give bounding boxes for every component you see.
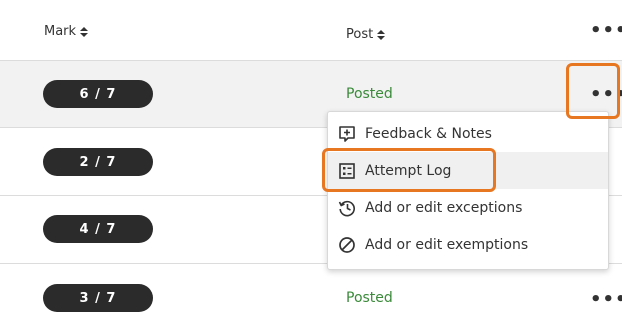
post-status: Posted [346,86,393,102]
table-header: Mark Post ••• [0,0,622,61]
menu-item-exceptions[interactable]: Add or edit exceptions [328,189,608,226]
table-row: 3 / 7 Posted ••• [0,264,622,328]
highlight-attempt-log [322,148,496,192]
feedback-plus-icon [339,125,355,142]
mark-badge: 6 / 7 [43,80,153,108]
menu-item-feedback-notes[interactable]: Feedback & Notes [328,115,608,152]
mark-badge: 3 / 7 [43,284,153,312]
column-header-post-label: Post [346,27,374,42]
post-status: Posted [346,290,393,306]
column-header-mark-label: Mark [44,24,77,39]
sort-icon [377,29,386,41]
menu-item-label: Add or edit exemptions [365,236,529,253]
sort-icon [80,26,89,38]
column-header-post[interactable]: Post [346,27,386,42]
menu-item-label: Feedback & Notes [365,125,492,142]
prohibited-icon [339,236,355,253]
mark-badge: 2 / 7 [43,148,153,176]
clock-history-icon [338,200,355,216]
header-more-options-icon[interactable]: ••• [590,22,622,40]
column-header-mark[interactable]: Mark [44,24,89,39]
menu-item-exemptions[interactable]: Add or edit exemptions [328,226,608,263]
mark-badge: 4 / 7 [43,215,153,243]
row-more-options-icon[interactable]: ••• [590,291,622,309]
menu-item-label: Add or edit exceptions [365,199,523,216]
highlight-more-options [566,63,620,119]
